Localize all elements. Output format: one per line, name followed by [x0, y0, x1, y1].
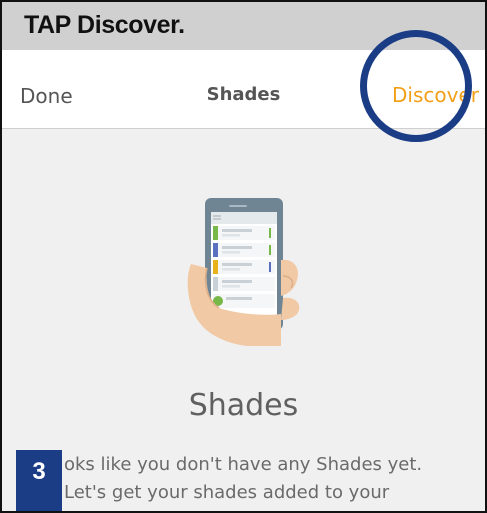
highlight-circle: [360, 30, 472, 142]
step-number: 3: [32, 458, 46, 485]
empty-state-title: Shades: [188, 388, 299, 423]
instruction-text: TAP Discover.: [24, 11, 185, 39]
empty-state-message: oks like you don't have any Shades yet.: [64, 454, 423, 475]
empty-state-message-continued: Let's get your shades added to your: [64, 482, 390, 503]
hand-holding-phone-icon: [185, 198, 315, 348]
step-badge: 3: [16, 450, 62, 511]
tutorial-frame: TAP Discover. Done Shades Discover Shade…: [0, 0, 487, 513]
